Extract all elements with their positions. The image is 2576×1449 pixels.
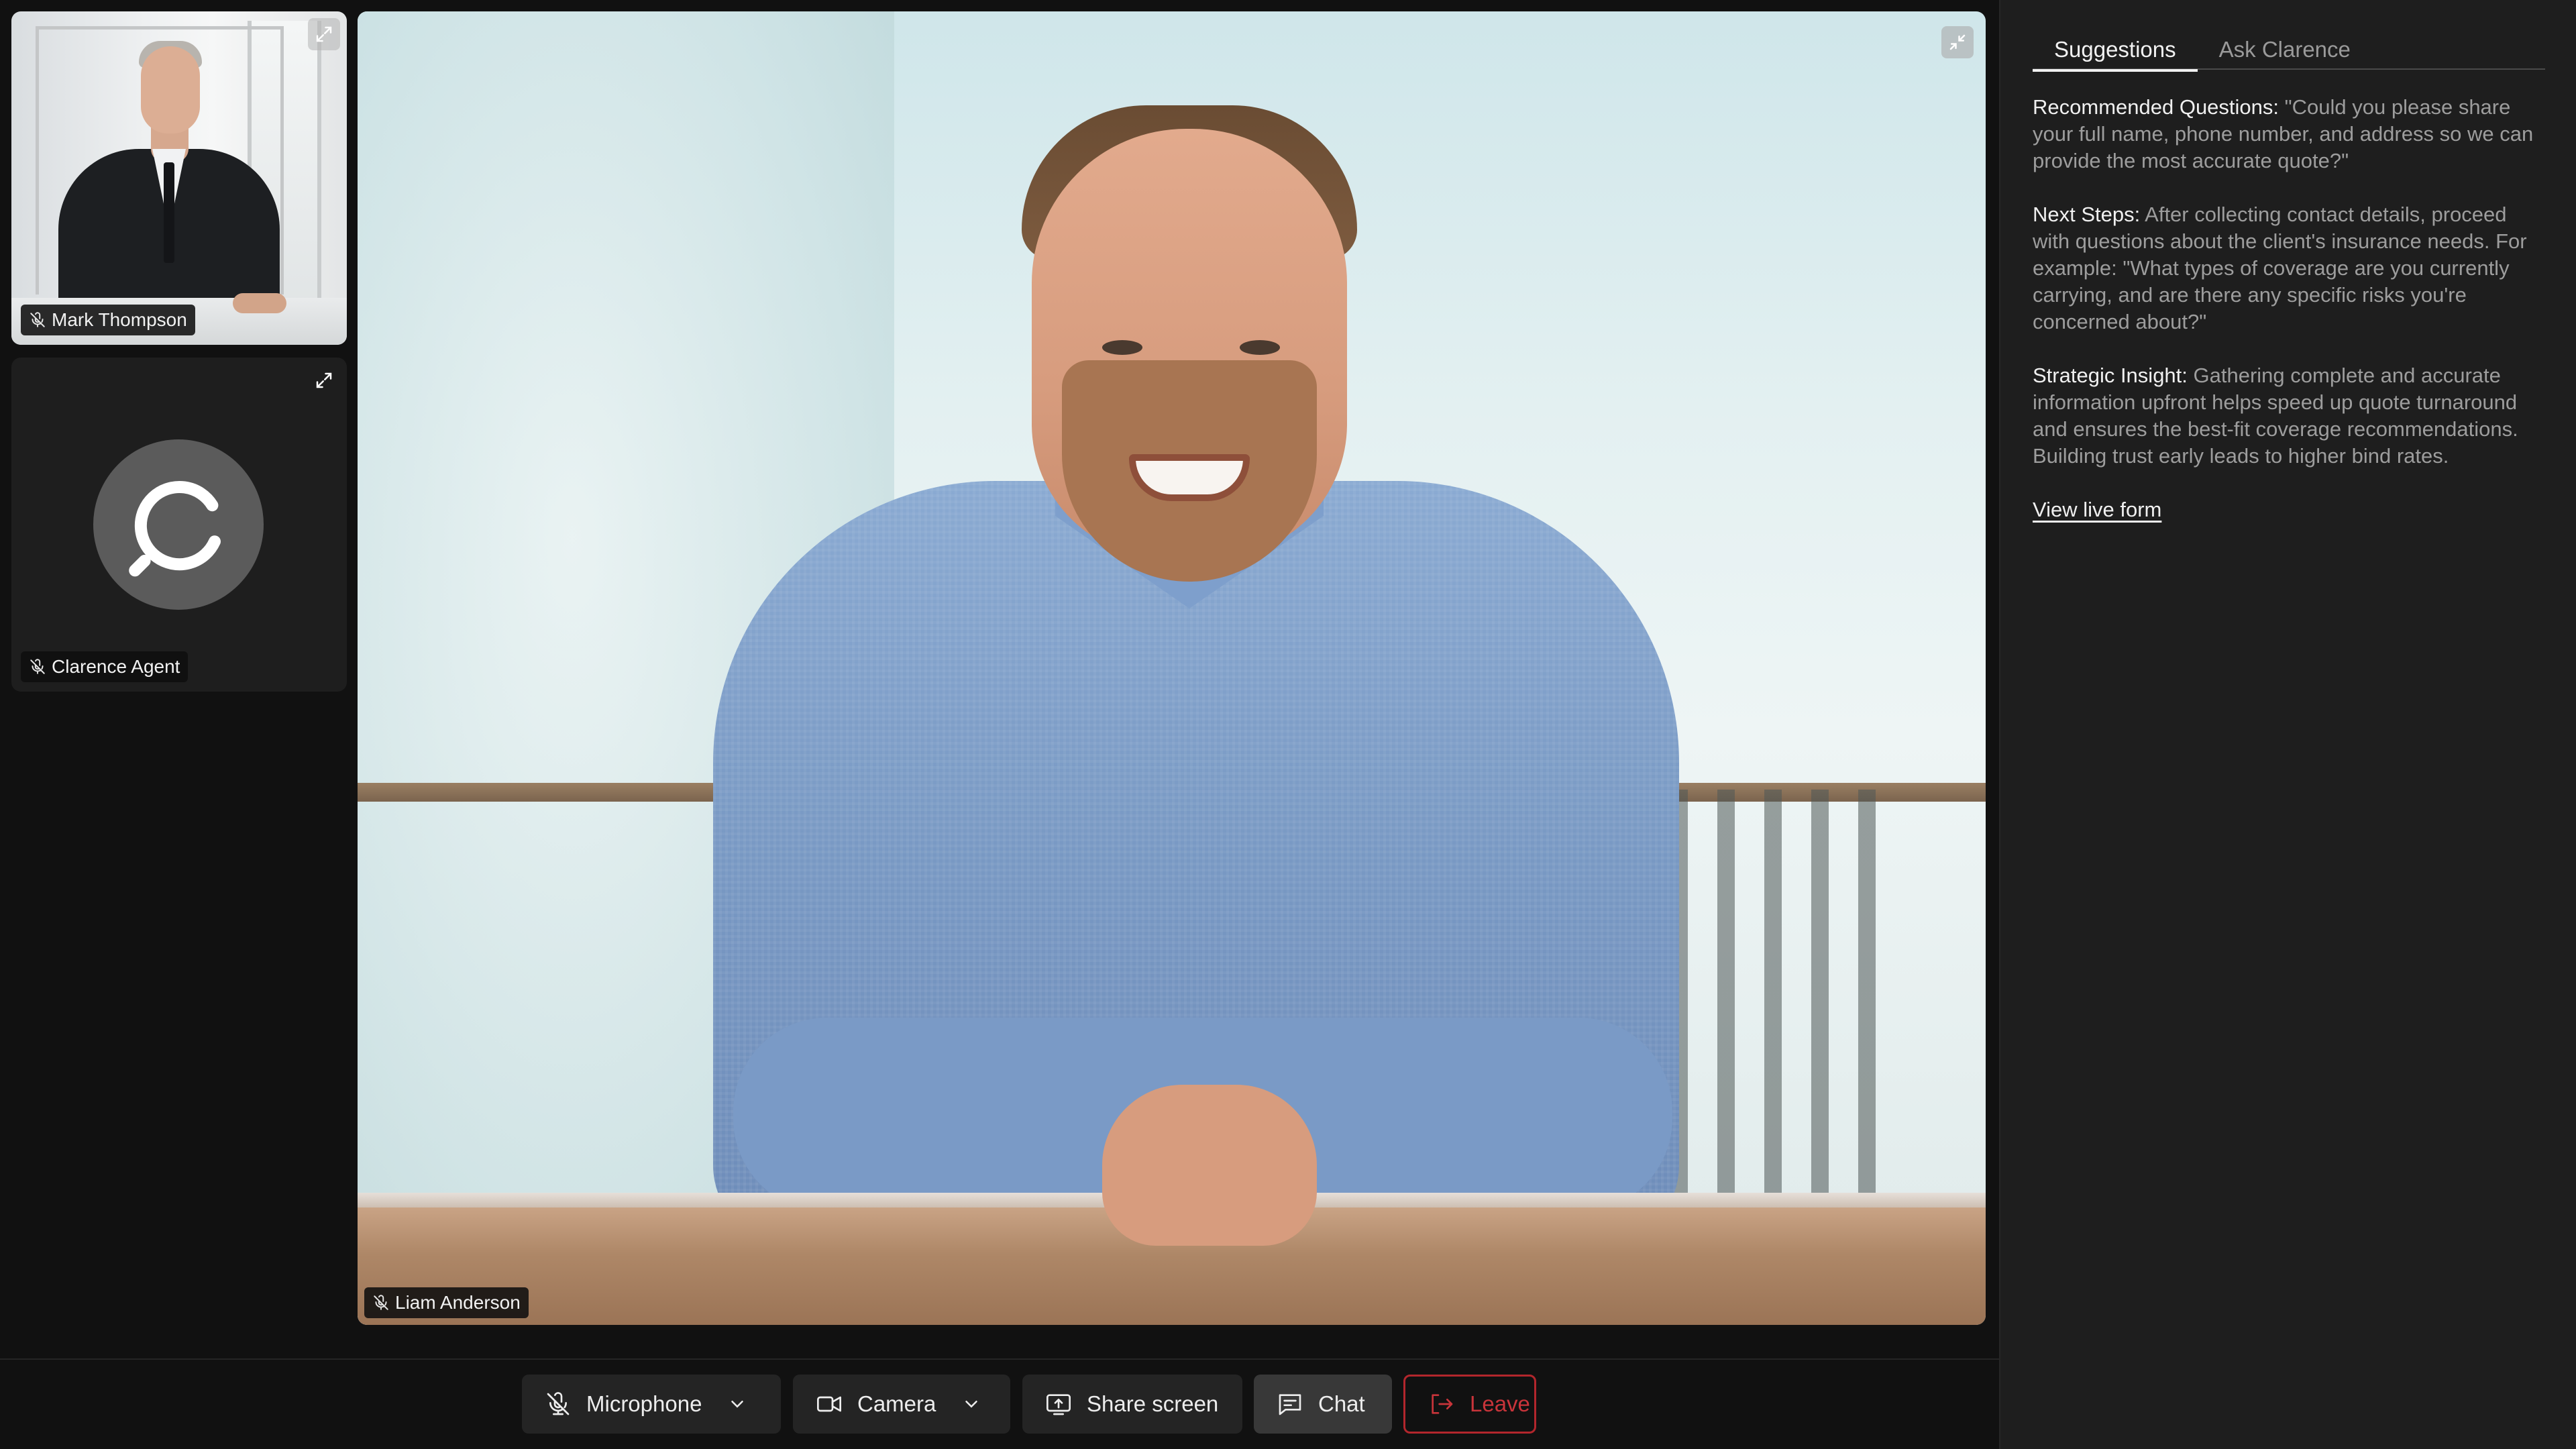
- camera-icon: [817, 1396, 841, 1412]
- participant-tile-agent[interactable]: Clarence Agent: [11, 358, 347, 692]
- tab-suggestions[interactable]: Suggestions: [2033, 30, 2198, 72]
- avatar: [93, 439, 264, 610]
- section-label: Strategic Insight:: [2033, 364, 2188, 387]
- participant-name: Clarence Agent: [52, 656, 180, 677]
- next-steps: Next Steps: After collecting contact det…: [2033, 201, 2549, 335]
- chat-label: Chat: [1318, 1391, 1365, 1416]
- suggestions-content: Recommended Questions: "Could you please…: [2033, 94, 2549, 523]
- share-screen-icon: [1046, 1394, 1071, 1415]
- participant-name-tag: Mark Thompson: [21, 305, 195, 335]
- panel-tabs: Suggestions Ask Clarence: [2033, 30, 2545, 72]
- camera-label: Camera: [857, 1391, 936, 1416]
- expand-icon[interactable]: [308, 364, 340, 396]
- section-label: Recommended Questions:: [2033, 95, 2279, 119]
- leave-icon: [1432, 1394, 1453, 1414]
- leave-button[interactable]: Leave: [1403, 1375, 1536, 1434]
- view-live-form-link[interactable]: View live form: [2033, 496, 2161, 523]
- share-screen-label: Share screen: [1087, 1391, 1219, 1416]
- leave-label: Leave: [1470, 1391, 1530, 1416]
- chat-button[interactable]: Chat: [1254, 1375, 1392, 1434]
- participant-name: Mark Thompson: [52, 309, 187, 330]
- tab-ask-clarence[interactable]: Ask Clarence: [2198, 30, 2372, 70]
- call-toolbar: Microphone Camera Share screen Chat Leav…: [0, 1358, 1999, 1449]
- chat-icon: [1279, 1394, 1301, 1415]
- mic-off-icon: [374, 1295, 388, 1310]
- clarence-logo-icon: [129, 481, 221, 577]
- participant-name: Liam Anderson: [395, 1292, 521, 1313]
- collapse-icon[interactable]: [1941, 26, 1974, 58]
- expand-icon[interactable]: [308, 18, 340, 50]
- participant-name-tag: Clarence Agent: [21, 651, 189, 682]
- strategic-insight: Strategic Insight: Gathering complete an…: [2033, 362, 2549, 470]
- participant-name-tag: Liam Anderson: [364, 1287, 529, 1318]
- participant-video: [11, 11, 347, 345]
- participant-tile-mark[interactable]: Mark Thompson: [11, 11, 347, 345]
- chevron-down-icon[interactable]: [727, 1394, 747, 1414]
- recommended-questions: Recommended Questions: "Could you please…: [2033, 94, 2549, 174]
- chevron-down-icon[interactable]: [961, 1394, 981, 1414]
- mic-off-icon: [547, 1392, 570, 1415]
- mic-off-icon: [30, 659, 45, 674]
- main-video[interactable]: Liam Anderson: [358, 11, 1986, 1325]
- microphone-button[interactable]: Microphone: [522, 1375, 781, 1434]
- share-screen-button[interactable]: Share screen: [1022, 1375, 1242, 1434]
- camera-button[interactable]: Camera: [793, 1375, 1010, 1434]
- mic-off-icon: [30, 312, 45, 327]
- video-call-app: Mark Thompson Clarence Agent Liam Anders…: [0, 0, 2576, 1449]
- assistant-panel: Suggestions Ask Clarence Recommended Que…: [1999, 0, 2576, 1449]
- section-label: Next Steps:: [2033, 203, 2141, 226]
- microphone-label: Microphone: [586, 1391, 702, 1416]
